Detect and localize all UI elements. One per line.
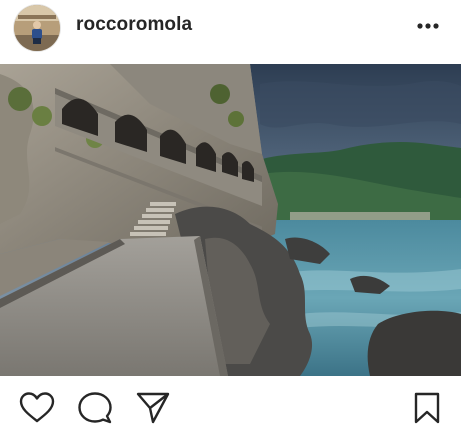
username[interactable]: roccoromola [76,14,192,36]
bookmark-icon [414,392,440,424]
ellipsis-icon [417,23,439,29]
like-button[interactable] [18,390,56,426]
share-button[interactable] [134,390,172,426]
avatar-image [14,5,60,51]
coastal-photo [0,64,461,376]
paper-plane-icon [136,392,170,424]
post-header: roccoromola [0,0,461,56]
post-photo[interactable] [0,64,461,376]
heart-icon [19,392,55,423]
speech-bubble-icon [78,392,112,424]
comment-button[interactable] [76,390,114,426]
more-options-button[interactable] [415,16,441,36]
save-button[interactable] [408,390,446,426]
post-actions [0,376,461,436]
avatar[interactable] [14,5,60,51]
